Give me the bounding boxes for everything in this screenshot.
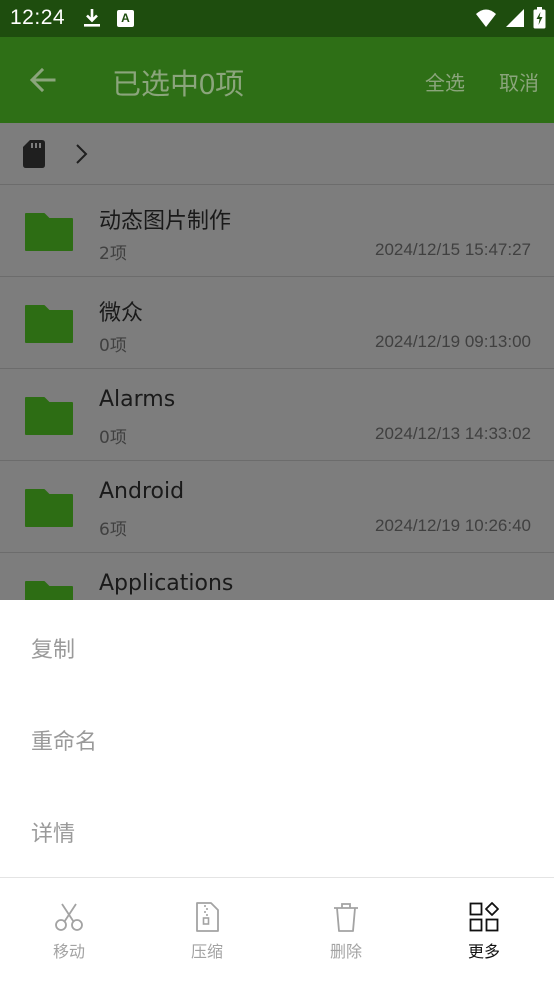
- download-icon: [84, 9, 100, 27]
- folder-icon: [25, 305, 73, 343]
- file-count: 6项: [99, 520, 127, 540]
- folder-icon: [25, 581, 73, 600]
- list-item[interactable]: Alarms 0项 2024/12/13 14:33:02: [0, 369, 554, 461]
- page-title: 已选中0项: [112, 69, 245, 101]
- trash-icon: [334, 903, 358, 932]
- status-time: 12:24: [10, 6, 66, 29]
- app-bar: 已选中0项 全选 取消: [0, 37, 554, 123]
- file-time: 2024/12/19 10:26:40: [375, 516, 531, 535]
- delete-button[interactable]: 删除: [277, 878, 415, 984]
- move-label: 移动: [52, 942, 85, 961]
- compress-label: 压缩: [190, 942, 223, 961]
- file-count: 2项: [99, 244, 127, 264]
- file-name: Alarms: [99, 387, 176, 412]
- folder-icon: [25, 489, 73, 527]
- file-time: 2024/12/15 15:47:27: [375, 240, 531, 259]
- zip-file-icon: [196, 902, 219, 932]
- back-arrow-icon[interactable]: [22, 59, 64, 101]
- bottom-toolbar: 移动 压缩 删除 更多: [0, 877, 554, 984]
- grid-more-icon: [469, 902, 499, 932]
- list-item[interactable]: Android 6项 2024/12/19 10:26:40: [0, 461, 554, 553]
- list-item[interactable]: 动态图片制作 2项 2024/12/15 15:47:27: [0, 185, 554, 277]
- status-bar: 12:24 A: [0, 0, 554, 37]
- file-time: 2024/12/13 14:33:02: [375, 424, 531, 443]
- select-all-button[interactable]: 全选: [425, 67, 465, 96]
- file-time: 2024/12/19 09:13:00: [375, 332, 531, 351]
- status-right-icons: [475, 7, 546, 29]
- list-item[interactable]: 微众 0项 2024/12/19 09:13:00: [0, 277, 554, 369]
- copy-menu-item[interactable]: 复制: [31, 632, 75, 664]
- sd-card-icon[interactable]: [23, 140, 45, 168]
- delete-label: 删除: [329, 942, 362, 961]
- file-name: 动态图片制作: [99, 209, 232, 234]
- scissors-icon: [55, 903, 83, 931]
- folder-icon: [25, 397, 73, 435]
- more-button[interactable]: 更多: [415, 878, 553, 984]
- more-label: 更多: [467, 942, 500, 961]
- rename-menu-item[interactable]: 重命名: [31, 724, 97, 756]
- battery-icon: [533, 7, 546, 29]
- cancel-button[interactable]: 取消: [499, 67, 539, 96]
- signal-icon: [506, 9, 524, 27]
- wifi-icon: [476, 9, 496, 27]
- file-count: 0项: [99, 336, 127, 356]
- file-name: Android: [99, 479, 185, 504]
- file-count: 0项: [99, 428, 127, 448]
- move-button[interactable]: 移动: [0, 878, 138, 984]
- file-name: Applications: [99, 571, 234, 596]
- chevron-right-icon: [76, 144, 88, 164]
- file-list: 动态图片制作 2项 2024/12/15 15:47:27 微众 0项 2024…: [0, 123, 554, 600]
- folder-icon: [25, 213, 73, 251]
- action-sheet: 复制 重命名 详情: [0, 600, 554, 877]
- notification-a-icon: A: [117, 10, 134, 27]
- details-menu-item[interactable]: 详情: [31, 816, 75, 848]
- file-name: 微众: [99, 301, 144, 326]
- breadcrumb: [0, 123, 554, 185]
- compress-button[interactable]: 压缩: [138, 878, 276, 984]
- list-item[interactable]: Applications: [0, 553, 554, 600]
